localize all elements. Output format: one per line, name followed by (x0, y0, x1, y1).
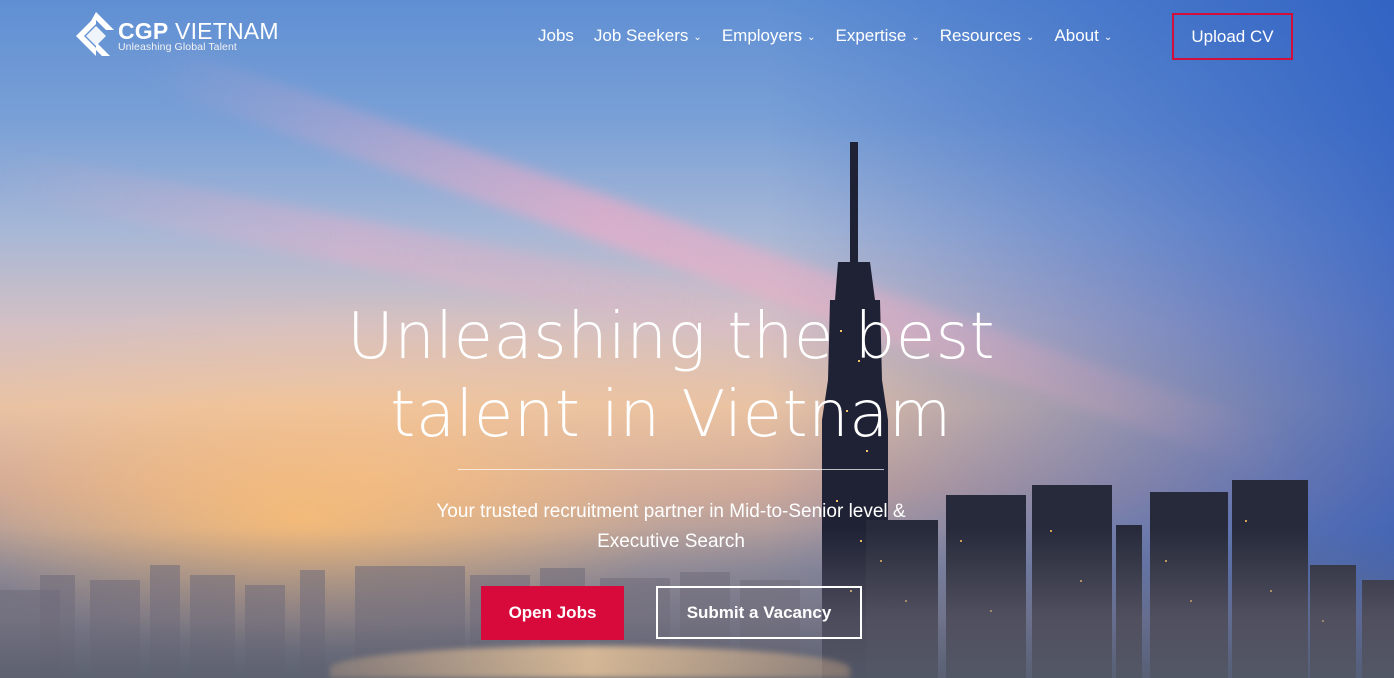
nav-item-label: Jobs (538, 26, 574, 45)
hero-section: CGP VIETNAM Unleashing Global Talent Job… (0, 0, 1394, 678)
nav-item-label: Resources (939, 26, 1022, 45)
hero-headline-line-1: Unleashing the best (346, 300, 996, 374)
nav-item-employers[interactable]: Employers ⌄ (722, 26, 816, 46)
nav-item-label: Employers (721, 26, 803, 45)
diamond-arrow-logo-icon (76, 12, 116, 60)
chevron-down-icon: ⌄ (1026, 32, 1035, 43)
chevron-down-icon: ⌄ (1103, 32, 1113, 43)
nav-item-jobs[interactable]: Jobs (538, 26, 574, 46)
nav-item-about[interactable]: About ⌄ (1054, 26, 1112, 46)
hero-headline: Unleashing the best talent in Vietnam (0, 298, 1342, 454)
hero-subtitle-line-1: Your trusted recruitment partner in Mid-… (436, 501, 906, 522)
chevron-down-icon: ⌄ (693, 32, 702, 43)
hero-subtitle: Your trusted recruitment partner in Mid-… (340, 497, 1002, 557)
nav-item-label: Expertise (835, 26, 907, 45)
upload-cv-button[interactable]: Upload CV (1172, 13, 1293, 60)
nav-item-job-seekers[interactable]: Job Seekers ⌄ (594, 26, 702, 46)
main-nav: Jobs Job Seekers ⌄ Employers ⌄ Expertise ⌄ … (538, 24, 1132, 48)
nav-item-label: About (1054, 26, 1099, 45)
nav-item-resources[interactable]: Resources ⌄ (940, 26, 1035, 46)
chevron-down-icon: ⌄ (911, 32, 920, 43)
hero-divider (458, 469, 884, 470)
hero-subtitle-line-2: Executive Search (597, 531, 745, 552)
site-logo[interactable]: CGP VIETNAM Unleashing Global Talent (76, 12, 279, 60)
brand-name: CGP VIETNAM (118, 19, 279, 43)
open-jobs-button[interactable]: Open Jobs (481, 586, 624, 640)
hero-headline-line-2: talent in Vietnam (390, 378, 952, 452)
submit-vacancy-button[interactable]: Submit a Vacancy (656, 586, 862, 639)
nav-item-label: Job Seekers (593, 26, 689, 45)
nav-item-expertise[interactable]: Expertise ⌄ (836, 26, 920, 46)
chevron-down-icon: ⌄ (807, 32, 816, 43)
